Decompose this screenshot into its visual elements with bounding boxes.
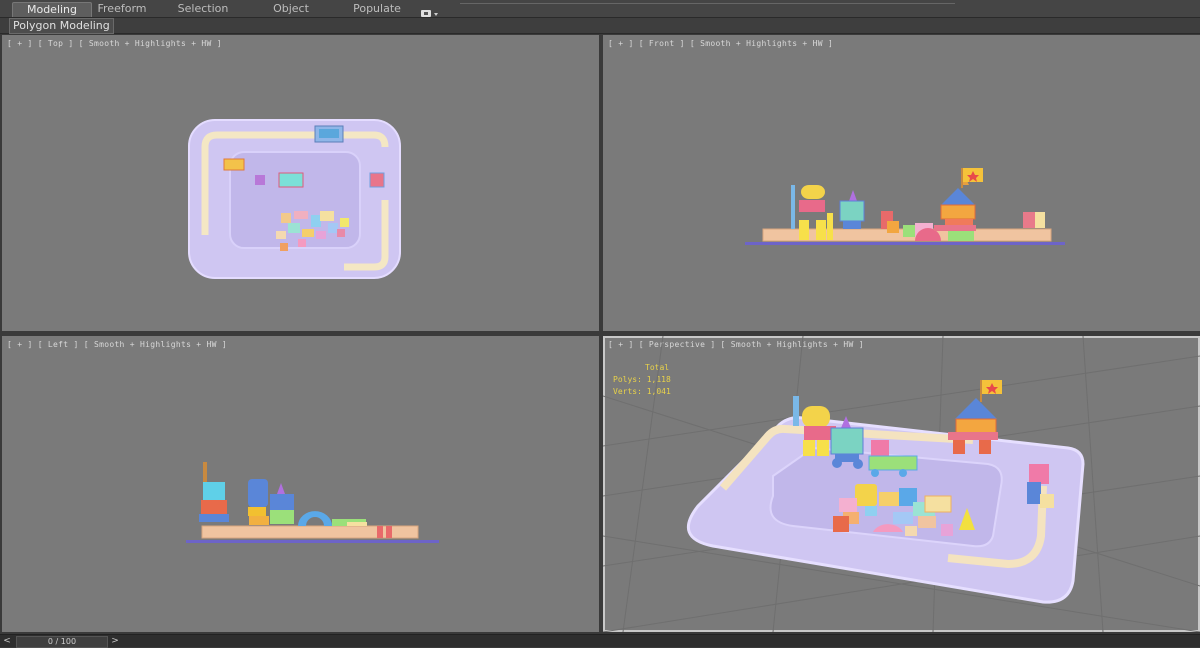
viewport-perspective[interactable]: [ + ] [ Perspective ] [ Smooth + Highlig… bbox=[603, 336, 1200, 632]
tab-object-paint[interactable]: Object Paint bbox=[258, 2, 324, 29]
next-frame-button[interactable]: > bbox=[108, 635, 122, 647]
ribbon-panel: Polygon Modeling bbox=[0, 18, 1200, 34]
tab-selection[interactable]: Selection bbox=[172, 2, 234, 16]
front-view-scene bbox=[745, 168, 1065, 245]
ribbon-divider bbox=[460, 3, 955, 4]
tab-populate[interactable]: Populate bbox=[350, 2, 404, 16]
perspective-view-scene bbox=[603, 336, 1200, 632]
time-slider-bar: < 0 / 100 > bbox=[0, 634, 1200, 648]
ribbon-options-dropdown[interactable] bbox=[421, 4, 439, 17]
tab-freeform[interactable]: Freeform bbox=[92, 2, 152, 16]
viewport-left[interactable]: [ + ] [ Left ] [ Smooth + Highlights + H… bbox=[2, 336, 599, 632]
top-view-scene bbox=[188, 119, 401, 279]
time-slider[interactable]: 0 / 100 bbox=[16, 636, 108, 648]
ribbon-bar: Modeling Freeform Selection Object Paint… bbox=[0, 0, 1200, 29]
polygon-modeling-panel-label[interactable]: Polygon Modeling bbox=[9, 18, 114, 34]
viewport-front[interactable]: [ + ] [ Front ] [ Smooth + Highlights + … bbox=[603, 35, 1200, 331]
tab-modeling[interactable]: Modeling bbox=[12, 2, 92, 17]
left-view-scene bbox=[186, 462, 439, 543]
viewport-top[interactable]: [ + ] [ Top ] [ Smooth + Highlights + HW… bbox=[2, 35, 599, 331]
prev-frame-button[interactable]: < bbox=[0, 635, 14, 647]
